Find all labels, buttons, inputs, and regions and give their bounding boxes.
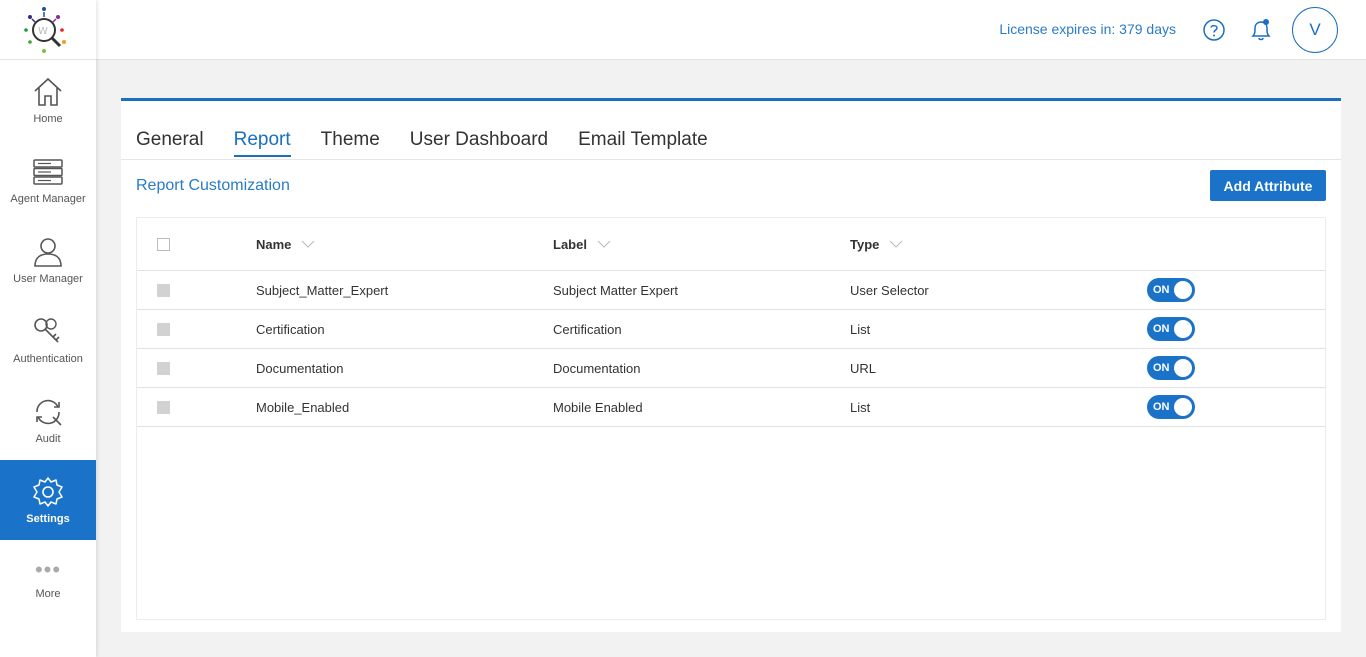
enable-toggle[interactable]: ON — [1147, 278, 1195, 302]
toggle-label: ON — [1153, 323, 1170, 335]
sidebar: W Home Agent Manager User Manager Authen… — [0, 0, 96, 657]
audit-refresh-icon — [36, 399, 62, 426]
select-all-checkbox[interactable] — [157, 237, 170, 251]
cell-label: Mobile Enabled — [553, 399, 643, 415]
column-header-label: Type — [850, 236, 880, 252]
cell-name: Subject_Matter_Expert — [256, 282, 389, 298]
cell-label: Documentation — [553, 360, 641, 376]
sidebar-item-settings[interactable]: Settings — [0, 460, 96, 540]
tab-theme[interactable]: Theme — [321, 129, 380, 157]
column-header-label: Name — [256, 236, 292, 252]
cell-name: Documentation — [256, 360, 344, 376]
tab-email-template[interactable]: Email Template — [578, 129, 708, 157]
tab-general[interactable]: General — [136, 129, 204, 157]
top-header: License expires in: 379 days V — [96, 0, 1366, 60]
more-dots-icon: ••• — [34, 557, 62, 582]
sidebar-item-home[interactable]: Home — [0, 60, 96, 140]
row-checkbox[interactable] — [157, 361, 170, 375]
toggle-label: ON — [1153, 362, 1170, 374]
column-header-label-col[interactable]: Label — [553, 218, 611, 270]
row-checkbox[interactable] — [157, 400, 170, 414]
cell-name: Mobile_Enabled — [256, 399, 350, 415]
cell-type: User Selector — [850, 282, 929, 298]
toggle-knob — [1174, 398, 1192, 416]
app-logo[interactable]: W — [0, 0, 96, 60]
avatar[interactable]: V — [1292, 7, 1338, 53]
sort-chevron-icon[interactable] — [889, 240, 903, 248]
settings-card: General Report Theme User Dashboard Emai… — [121, 98, 1341, 632]
cell-type: List — [850, 321, 871, 337]
sidebar-item-label: Settings — [26, 513, 70, 525]
enable-toggle[interactable]: ON — [1147, 317, 1195, 341]
row-checkbox[interactable] — [157, 283, 170, 297]
table-row: Mobile_Enabled Mobile Enabled List ON — [137, 388, 1325, 427]
sidebar-item-user-manager[interactable]: User Manager — [0, 220, 96, 300]
enable-toggle[interactable]: ON — [1147, 395, 1195, 419]
add-attribute-button[interactable]: Add Attribute — [1210, 170, 1326, 201]
sort-chevron-icon[interactable] — [597, 240, 611, 248]
table-row: Documentation Documentation URL ON — [137, 349, 1325, 388]
home-icon — [34, 77, 62, 106]
sidebar-item-label: Agent Manager — [10, 193, 86, 205]
logo-icon: W — [24, 6, 66, 53]
enable-toggle[interactable]: ON — [1147, 356, 1195, 380]
sidebar-item-label: Audit — [35, 433, 61, 445]
svg-text:W: W — [38, 26, 48, 37]
table-row: Certification Certification List ON — [137, 310, 1325, 349]
settings-tabs: General Report Theme User Dashboard Emai… — [136, 129, 738, 157]
tab-user-dashboard[interactable]: User Dashboard — [410, 129, 548, 157]
attributes-table: Name Label Type Subject_Matter_Expert Su… — [136, 217, 1326, 620]
keys-icon — [34, 318, 60, 343]
user-icon — [34, 238, 62, 267]
toggle-knob — [1174, 281, 1192, 299]
toggle-label: ON — [1153, 284, 1170, 296]
bell-icon[interactable] — [1249, 17, 1273, 43]
toggle-knob — [1174, 320, 1192, 338]
toggle-knob — [1174, 359, 1192, 377]
toggle-label: ON — [1153, 401, 1170, 413]
section-title: Report Customization — [136, 177, 290, 194]
cell-name: Certification — [256, 321, 325, 337]
column-header-name[interactable]: Name — [256, 218, 315, 270]
tabs-divider — [121, 159, 1341, 160]
table-row: Subject_Matter_Expert Subject Matter Exp… — [137, 271, 1325, 310]
cell-type: URL — [850, 360, 877, 376]
cell-label: Certification — [553, 321, 622, 337]
help-icon[interactable] — [1202, 18, 1226, 42]
gear-icon — [33, 477, 63, 507]
sidebar-item-label: Authentication — [13, 353, 83, 365]
sort-chevron-icon[interactable] — [301, 240, 315, 248]
table-header-row: Name Label Type — [137, 218, 1325, 271]
cell-label: Subject Matter Expert — [553, 282, 678, 298]
sidebar-item-label: User Manager — [13, 273, 83, 285]
server-icon — [33, 159, 63, 185]
sidebar-item-label: Home — [33, 113, 63, 125]
sidebar-item-agent-manager[interactable]: Agent Manager — [0, 140, 96, 220]
sidebar-item-audit[interactable]: Audit — [0, 380, 96, 460]
license-expiry-text: License expires in: 379 days — [999, 21, 1176, 37]
tab-report[interactable]: Report — [233, 129, 291, 157]
sidebar-item-authentication[interactable]: Authentication — [0, 300, 96, 380]
sidebar-item-more[interactable]: ••• More — [0, 540, 96, 620]
column-header-label: Label — [553, 236, 587, 252]
row-checkbox[interactable] — [157, 322, 170, 336]
column-header-type[interactable]: Type — [850, 218, 903, 270]
cell-type: List — [850, 399, 871, 415]
sidebar-item-label: More — [35, 588, 61, 600]
